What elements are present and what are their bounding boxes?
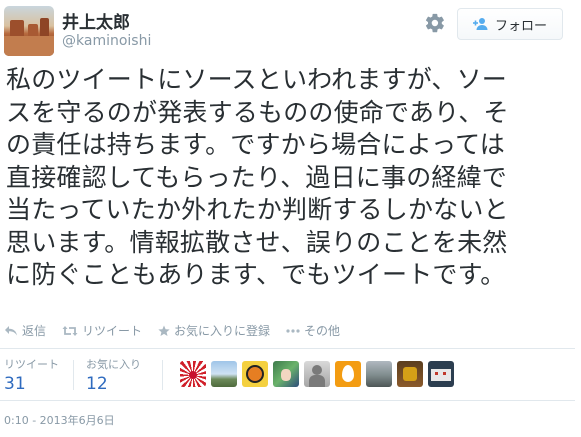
favoriter-avatars — [180, 361, 454, 387]
stat-separator — [73, 360, 74, 390]
retweet-stat-label: リツイート — [4, 358, 59, 371]
tweet-text-line: に防ぐこともあります、でもツイートです。 — [6, 260, 506, 289]
tweet-text-line: の責任は持ちます。ですから場合によっては — [6, 130, 506, 159]
more-icon — [286, 328, 300, 333]
favorite-stat[interactable]: お気に入り 12 — [86, 356, 141, 394]
favoriter-avatar[interactable] — [335, 361, 361, 387]
follow-button-label: フォロー — [494, 18, 547, 34]
retweet-stat[interactable]: リツイート 31 — [4, 356, 59, 394]
avatar-mesa-shape — [10, 20, 24, 36]
avatar-mesa-shape — [40, 18, 49, 36]
favorite-label: お気に入りに登録 — [174, 324, 271, 338]
divider — [0, 348, 575, 349]
star-icon — [158, 325, 170, 336]
favoriter-avatar[interactable] — [397, 361, 423, 387]
favoriter-avatar[interactable] — [242, 361, 268, 387]
more-label: その他 — [304, 324, 341, 338]
tweet-text: 私のツイートにソースといわれますが、ソー スを守るのが発表するものの使命であり、… — [6, 64, 572, 292]
favoriter-avatar[interactable] — [211, 361, 237, 387]
retweet-button[interactable]: リツイート — [62, 322, 142, 339]
user-handle[interactable]: @kaminoishi — [62, 33, 151, 49]
tweet-text-line: 当たっていたか外れたか判断するしかないと — [6, 195, 509, 224]
tweet-text-line: 直接確認してもらったり、過日に事の経緯で — [6, 162, 508, 192]
reply-button[interactable]: 返信 — [4, 322, 46, 339]
follow-button[interactable]: フォロー — [457, 8, 563, 40]
gear-icon[interactable] — [424, 12, 446, 34]
favoriter-avatar[interactable] — [428, 361, 454, 387]
favoriter-avatar[interactable] — [304, 361, 330, 387]
avatar-mesa-shape — [28, 24, 38, 36]
user-avatar[interactable] — [4, 6, 54, 56]
tweet-timestamp[interactable]: 0:10 - 2013年6月6日 — [4, 412, 115, 428]
favorite-count: 12 — [86, 374, 108, 394]
favorite-button[interactable]: お気に入りに登録 — [158, 322, 270, 339]
tweet-text-line: スを守るのが発表するものの使命であり、そ — [6, 97, 509, 127]
favoriter-avatar[interactable] — [180, 361, 206, 387]
tweet-card: 井上太郎 @kaminoishi フォロー 私のツイートにソースといわれますが、… — [0, 0, 581, 437]
tweet-actions: 返信 リツイート お気に入りに登録 その他 — [4, 322, 356, 339]
more-button[interactable]: その他 — [286, 322, 340, 339]
avatar-ground-shape — [4, 36, 54, 56]
favoriter-avatar[interactable] — [273, 361, 299, 387]
retweet-label: リツイート — [82, 324, 143, 338]
tweet-text-line: 思います。情報拡散させ、誤りのことを未然 — [6, 227, 508, 257]
reply-label: 返信 — [22, 324, 47, 338]
reply-icon — [5, 325, 17, 335]
divider — [0, 400, 575, 401]
favorite-stat-label: お気に入り — [86, 358, 141, 371]
user-display-name[interactable]: 井上太郎 — [62, 8, 130, 33]
retweet-icon — [62, 325, 78, 336]
tweet-text-line: 私のツイートにソースといわれますが、ソー — [6, 65, 508, 94]
retweet-count: 31 — [4, 374, 26, 394]
favoriter-avatar[interactable] — [366, 361, 392, 387]
stat-separator — [162, 360, 163, 390]
add-user-icon — [472, 18, 488, 30]
